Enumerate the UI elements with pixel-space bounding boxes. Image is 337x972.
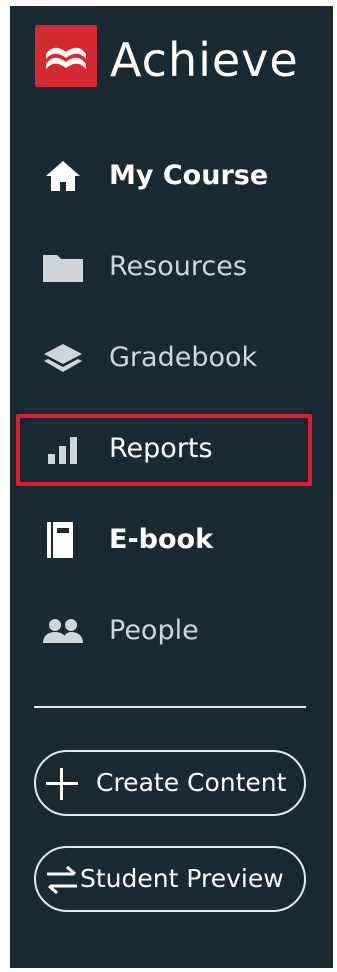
brand-name: Achieve	[110, 33, 299, 87]
plus-icon	[44, 766, 80, 802]
student-preview-label: Student Preview	[80, 864, 284, 893]
create-content-button[interactable]: Create Content	[34, 750, 306, 816]
sidebar-item-my-course[interactable]: My Course	[40, 146, 320, 206]
sidebar: Achieve My Course Resources Gradebook Re…	[10, 6, 333, 968]
macmillan-logo-icon	[35, 25, 97, 87]
sidebar-item-gradebook[interactable]: Gradebook	[40, 328, 320, 388]
sidebar-item-label: E-book	[109, 524, 214, 555]
sidebar-item-people[interactable]: People	[40, 601, 320, 661]
sidebar-item-label: Gradebook	[109, 342, 258, 373]
sidebar-item-ebook[interactable]: E-book	[40, 510, 320, 570]
sidebar-item-resources[interactable]: Resources	[40, 237, 320, 297]
people-icon	[40, 613, 86, 649]
sidebar-item-label: My Course	[109, 160, 269, 191]
sidebar-item-label: Reports	[109, 433, 213, 464]
folder-icon	[40, 249, 86, 285]
sidebar-item-label: Resources	[109, 251, 247, 282]
bar-chart-icon	[40, 431, 86, 467]
layers-icon	[40, 340, 86, 376]
home-icon	[40, 158, 86, 194]
swap-arrows-icon	[44, 862, 80, 898]
sidebar-item-label: People	[109, 615, 199, 646]
sidebar-divider	[34, 706, 306, 708]
student-preview-button[interactable]: Student Preview	[34, 846, 306, 912]
book-icon	[40, 522, 86, 558]
sidebar-item-reports[interactable]: Reports	[40, 419, 320, 479]
create-content-label: Create Content	[96, 768, 287, 797]
